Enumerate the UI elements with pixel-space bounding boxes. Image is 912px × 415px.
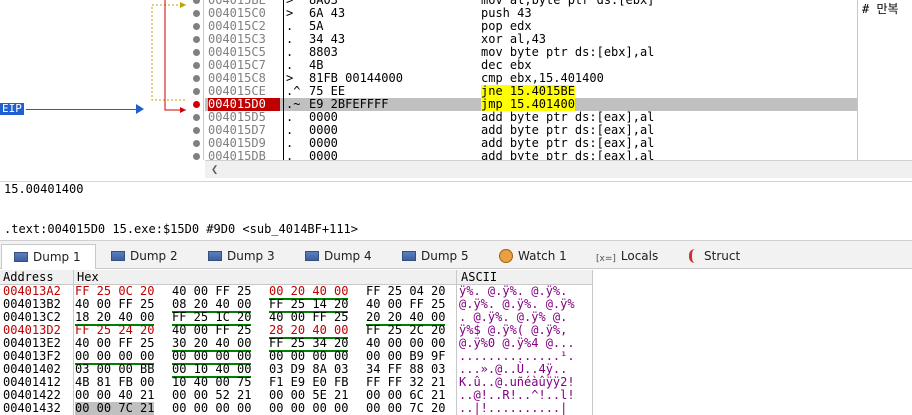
info-location: .text:004015D0 15.exe:$15D0 #9D0 <sub_40… — [4, 222, 359, 236]
dump-address: 00401432 — [3, 401, 61, 415]
dump-icon — [14, 252, 28, 262]
column-divider — [592, 270, 593, 415]
jump-arrows — [151, 0, 186, 113]
breakpoint-dot-icon[interactable] — [193, 23, 200, 30]
tab-label: Watch 1 — [518, 249, 567, 263]
column-divider — [283, 85, 284, 98]
tab-label: Dump 4 — [324, 249, 372, 263]
breakpoint-dot-icon[interactable] — [193, 75, 200, 82]
dump-tab-bar: Dump 1 Dump 2 Dump 3 Dump 4 Dump 5 Watch 1 [x=… — [0, 240, 912, 269]
breakpoint-dot-icon[interactable] — [193, 114, 200, 121]
breakpoint-dot-icon[interactable] — [193, 62, 200, 69]
column-divider — [283, 7, 284, 20]
column-divider — [283, 33, 284, 46]
dump-icon — [305, 251, 319, 261]
column-divider — [456, 270, 457, 415]
branch-arrow-gutter — [0, 0, 204, 160]
dump-icon — [208, 251, 222, 261]
tab-label: Dump 1 — [33, 250, 81, 264]
tab-dump-5[interactable]: Dump 5 — [390, 244, 484, 269]
info-value: 15.00401400 — [4, 182, 84, 196]
dump-ascii: ..|!..........| — [459, 401, 568, 415]
header-ascii: ASCII — [461, 270, 498, 284]
disassembly-view[interactable]: EIP 004015BE >8A03 mov al,byte ptr ds:[ebx… — [0, 0, 912, 181]
column-divider — [283, 20, 284, 33]
dump-header: Address Hex ASCII — [0, 270, 592, 285]
jump-arrow-jne — [151, 4, 186, 101]
dump-view[interactable]: Address Hex ASCII 004013A2 FF 25 0C 20 40 … — [0, 270, 912, 415]
column-divider — [283, 111, 284, 124]
eip-arrow-line — [26, 109, 140, 110]
column-divider — [283, 98, 284, 111]
breakpoint-dot-icon[interactable] — [193, 153, 200, 160]
column-divider — [283, 59, 284, 72]
breakpoint-dot-icon[interactable] — [193, 88, 200, 95]
info-panel: 15.00401400 .text:004015D0 15.exe:$15D0 … — [0, 181, 912, 239]
tab-label: Dump 3 — [227, 249, 275, 263]
dump-hex-group: 00 00 00 00 — [269, 401, 349, 415]
column-divider — [283, 0, 284, 7]
tab-dump-2[interactable]: Dump 2 — [99, 244, 193, 269]
disassembly-rows: 004015BE >8A03 mov al,byte ptr ds:[ebx] 004… — [205, 0, 857, 163]
struct-icon — [689, 249, 699, 263]
tab-label: Struct — [704, 249, 741, 263]
dump-icon — [111, 251, 125, 261]
column-divider — [283, 124, 284, 137]
tab-watch-1[interactable]: Watch 1 — [487, 244, 574, 269]
dump-hex-group: 00 00 00 00 — [172, 401, 252, 415]
eip-marker: EIP — [0, 102, 24, 115]
breakpoint-dot-icon[interactable] — [193, 36, 200, 43]
column-divider — [283, 137, 284, 150]
breakpoint-dot-icon[interactable] — [193, 127, 200, 134]
tab-locals[interactable]: [x=] Locals — [584, 244, 667, 269]
breakpoint-dot-icon[interactable] — [193, 140, 200, 147]
jump-arrow-jmp — [164, 0, 186, 111]
watch-icon — [499, 249, 513, 263]
dump-icon — [402, 251, 416, 261]
scroll-left-icon[interactable]: ❮ — [211, 162, 218, 176]
header-address: Address — [3, 270, 54, 284]
column-divider — [283, 46, 284, 59]
comment-column: # 만복 — [857, 0, 912, 160]
tab-struct[interactable]: Struct — [677, 244, 757, 269]
comment-header: # 만복 — [862, 2, 899, 16]
tab-dump-4[interactable]: Dump 4 — [293, 244, 387, 269]
breakpoint-dot-icon[interactable] — [193, 49, 200, 56]
tab-label: Locals — [620, 249, 659, 263]
breakpoint-dot-icon[interactable] — [193, 10, 200, 17]
dump-hex-group: 00 00 7C 21 — [75, 401, 155, 415]
horizontal-scrollbar[interactable]: ❮ — [205, 160, 912, 178]
tab-label: Dump 2 — [130, 249, 178, 263]
tab-dump-1[interactable]: Dump 1 — [1, 244, 96, 269]
column-divider — [73, 270, 74, 415]
breakpoint-active-icon[interactable] — [193, 101, 200, 108]
tab-label: Dump 5 — [421, 249, 469, 263]
tab-dump-3[interactable]: Dump 3 — [196, 244, 290, 269]
column-divider — [283, 72, 284, 85]
eip-arrow-head — [136, 104, 144, 114]
locals-icon: [x=] — [596, 254, 616, 264]
header-hex: Hex — [77, 270, 99, 284]
dump-hex-group: 00 00 7C 20 — [366, 401, 446, 415]
